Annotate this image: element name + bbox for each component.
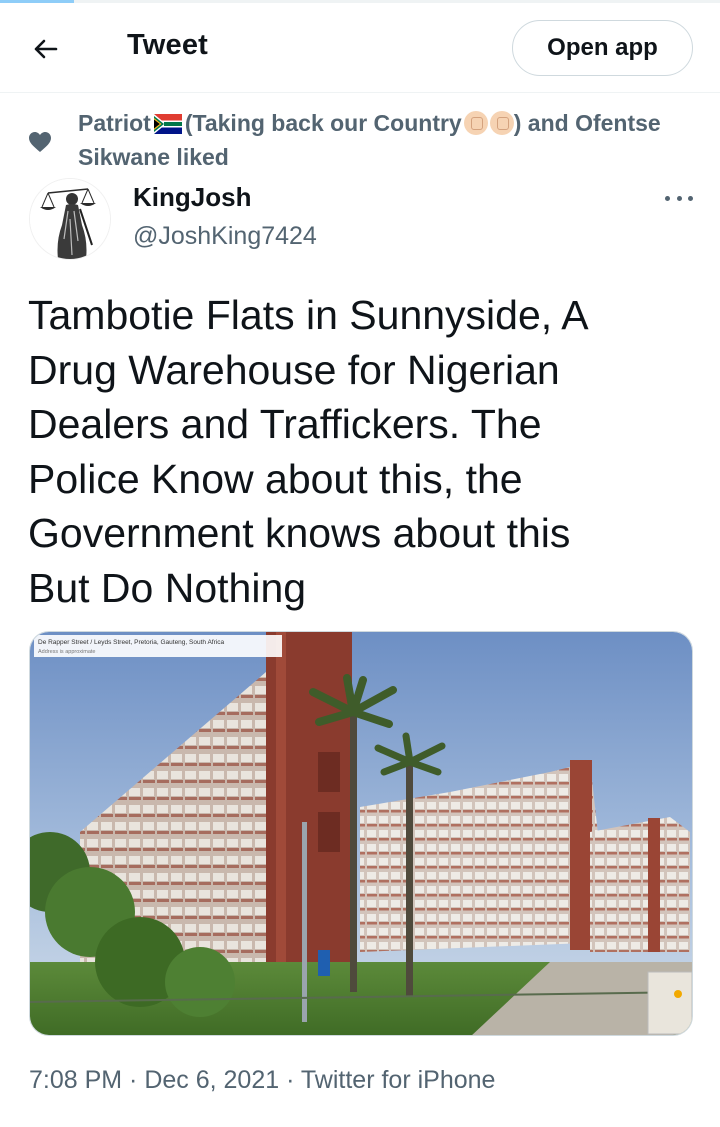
- dot: [665, 195, 670, 201]
- tweet-text: Tambotie Flats in Sunnyside, A Drug Ware…: [28, 292, 589, 611]
- social-context-text[interactable]: Patriot (Taking back our Country) and Of…: [78, 108, 698, 173]
- raised-fist-icon: [489, 111, 514, 135]
- dot: [676, 195, 682, 201]
- dot: [688, 195, 693, 201]
- lady-justice-avatar-image: [30, 179, 110, 259]
- tweet-author: KingJosh @JoshKing7424: [0, 178, 720, 264]
- south-africa-flag-icon: [153, 111, 182, 142]
- tweet-timestamp[interactable]: 7:08 PM · Dec 6, 2021 · Twitter for iPho…: [29, 1066, 495, 1095]
- heart-icon: [29, 132, 51, 152]
- avatar[interactable]: [29, 178, 111, 260]
- header-bar: Tweet Open app: [0, 3, 720, 93]
- photo-caption-address: De Rapper Street / Leyds Street, Pretori…: [38, 639, 224, 646]
- display-name[interactable]: KingJosh: [133, 182, 251, 213]
- liker-name-1: Patriot: [78, 110, 151, 136]
- arrow-left-icon: [34, 39, 58, 59]
- photo-caption-note: Address is approximate: [38, 649, 95, 655]
- tweet-photo[interactable]: De Rapper Street / Leyds Street, Pretori…: [29, 631, 693, 1036]
- user-handle[interactable]: @JoshKing7424: [133, 222, 317, 251]
- social-context: Patriot (Taking back our Country) and Of…: [0, 106, 720, 170]
- more-horizontal-icon[interactable]: [661, 186, 697, 210]
- raised-fist-icon: [463, 111, 488, 135]
- street-view-photo: De Rapper Street / Leyds Street, Pretori…: [30, 632, 692, 1035]
- liker-tagline: (Taking back our Country: [184, 110, 462, 136]
- page-title: Tweet: [127, 29, 209, 61]
- open-app-button[interactable]: Open app: [512, 20, 693, 76]
- back-button[interactable]: [26, 29, 66, 69]
